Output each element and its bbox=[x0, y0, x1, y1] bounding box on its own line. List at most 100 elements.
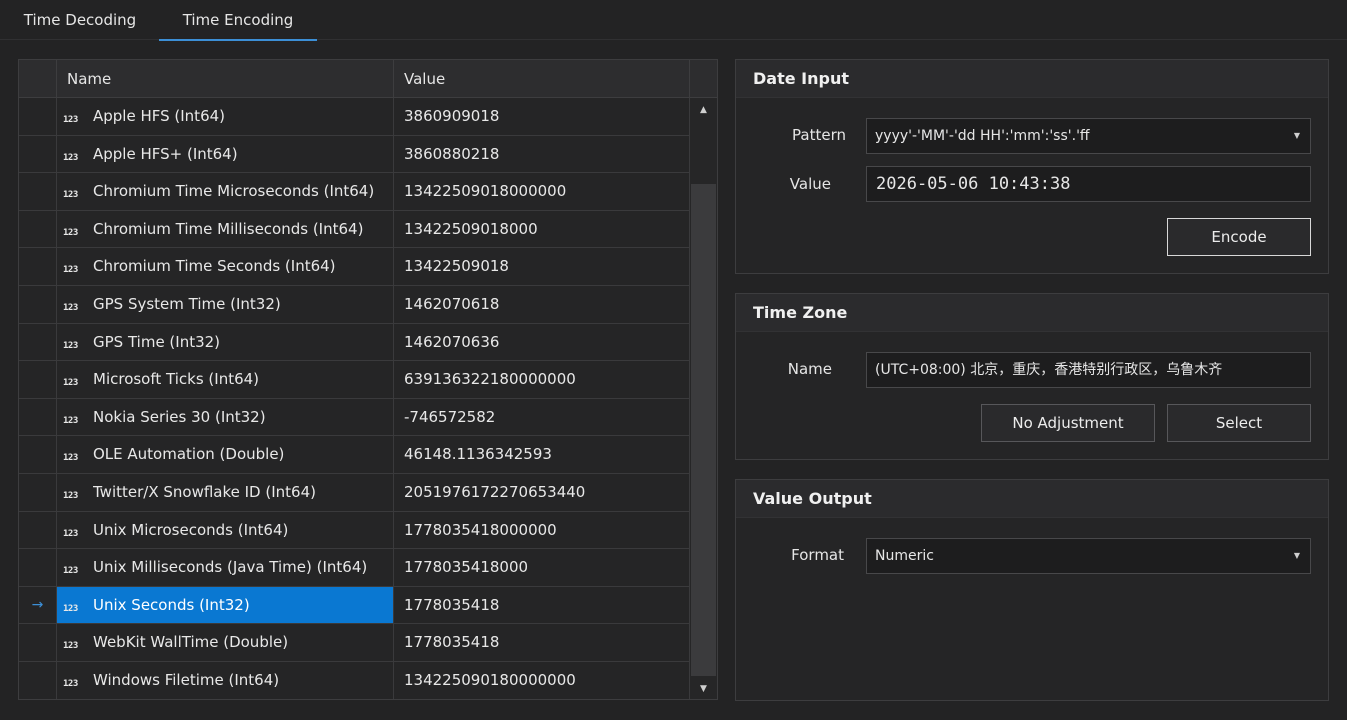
encode-button[interactable]: Encode bbox=[1167, 218, 1311, 256]
column-header-value[interactable]: Value bbox=[394, 60, 690, 98]
name-cell[interactable]: 123 Chromium Time Microseconds (Int64) bbox=[57, 173, 394, 210]
value-cell[interactable]: -746572582 bbox=[394, 398, 690, 436]
value-cell[interactable]: 639136322180000000 bbox=[394, 361, 690, 398]
table-row[interactable]: 123 Chromium Time Milliseconds (Int64) 134… bbox=[19, 210, 690, 249]
table-row[interactable]: 123 OLE Automation (Double) 46148.11363425… bbox=[19, 436, 690, 474]
name-cell[interactable]: 123 WebKit WallTime (Double) bbox=[57, 624, 394, 661]
select-timezone-button[interactable]: Select bbox=[1167, 404, 1311, 442]
value-cell[interactable]: 3860880218 bbox=[394, 135, 690, 173]
row-indicator[interactable] bbox=[19, 135, 57, 173]
format-name: Unix Milliseconds (Java Time) (Int64) bbox=[93, 558, 368, 577]
table-row[interactable]: → 123 Unix Seconds (Int32) 1778035418 bbox=[19, 586, 690, 625]
table-row[interactable]: 123 Unix Milliseconds (Java Time) (Int64)… bbox=[19, 549, 690, 587]
row-indicator[interactable] bbox=[19, 285, 57, 323]
name-cell[interactable]: 123 GPS Time (Int32) bbox=[57, 323, 394, 361]
table-row[interactable]: 123 Microsoft Ticks (Int64) 63913632218000… bbox=[19, 361, 690, 399]
format-dropdown[interactable]: Numeric ▼ bbox=[866, 538, 1311, 574]
name-cell[interactable]: 123 Apple HFS (Int64) bbox=[57, 98, 394, 135]
value-cell[interactable]: 1778035418 bbox=[394, 624, 690, 661]
table-row[interactable]: 123 GPS System Time (Int32) 1462070618 bbox=[19, 285, 690, 324]
name-cell[interactable]: 123 Unix Milliseconds (Java Time) (Int64) bbox=[57, 549, 394, 586]
row-indicator[interactable] bbox=[19, 436, 57, 473]
format-name: Windows Filetime (Int64) bbox=[93, 670, 280, 689]
chevron-down-icon[interactable]: ▼ bbox=[1294, 119, 1300, 153]
name-cell[interactable]: 123 GPS System Time (Int32) bbox=[57, 285, 394, 323]
value-cell[interactable]: 46148.1136342593 bbox=[394, 436, 690, 473]
table-row[interactable]: 123 Nokia Series 30 (Int32) -746572582 bbox=[19, 398, 690, 437]
timezone-name-field[interactable]: (UTC+08:00) 北京，重庆，香港特别行政区，乌鲁木齐 bbox=[866, 352, 1311, 388]
value-cell[interactable]: 2051976172270653440 bbox=[394, 473, 690, 511]
name-cell[interactable]: 123 Windows Filetime (Int64) bbox=[57, 661, 394, 699]
number-type-icon: 123 bbox=[63, 152, 78, 163]
name-cell[interactable]: 123 Apple HFS+ (Int64) bbox=[57, 135, 394, 173]
date-input-title: Date Input bbox=[736, 60, 1328, 98]
table-row[interactable]: 123 Apple HFS+ (Int64) 3860880218 bbox=[19, 135, 690, 174]
row-indicator[interactable] bbox=[19, 398, 57, 436]
value-cell[interactable]: 13422509018000000 bbox=[394, 173, 690, 210]
table-row[interactable]: 123 WebKit WallTime (Double) 1778035418 bbox=[19, 624, 690, 662]
table-row[interactable]: 123 Chromium Time Seconds (Int64) 13422509… bbox=[19, 248, 690, 286]
row-indicator[interactable] bbox=[19, 624, 57, 661]
table-row[interactable]: 123 Unix Microseconds (Int64) 177803541800… bbox=[19, 511, 690, 550]
name-cell[interactable]: 123 Unix Microseconds (Int64) bbox=[57, 511, 394, 549]
table-row[interactable]: 123 Chromium Time Microseconds (Int64) 134… bbox=[19, 173, 690, 211]
name-cell[interactable]: 123 Nokia Series 30 (Int32) bbox=[57, 398, 394, 436]
row-indicator[interactable] bbox=[19, 549, 57, 586]
number-type-icon: 123 bbox=[63, 415, 78, 426]
table-row[interactable]: 123 GPS Time (Int32) 1462070636 bbox=[19, 323, 690, 362]
row-indicator[interactable] bbox=[19, 210, 57, 248]
value-cell[interactable]: 1778035418000 bbox=[394, 549, 690, 586]
value-cell[interactable]: 134225090180000000 bbox=[394, 661, 690, 699]
format-name: Chromium Time Milliseconds (Int64) bbox=[93, 219, 364, 238]
pattern-dropdown[interactable]: yyyy'-'MM'-'dd HH':'mm':'ss'.'ff ▼ bbox=[866, 118, 1311, 154]
number-type-icon: 123 bbox=[63, 340, 78, 351]
value-label: Value bbox=[789, 175, 831, 193]
value-cell[interactable]: 1778035418000000 bbox=[394, 511, 690, 549]
date-value-input[interactable]: 2026-05-06 10:43:38 bbox=[866, 166, 1311, 202]
row-indicator[interactable] bbox=[19, 248, 57, 285]
value-output-panel: Value Output Format Numeric ▼ bbox=[735, 479, 1329, 701]
name-cell[interactable]: 123 Unix Seconds (Int32) bbox=[57, 586, 394, 624]
row-indicator[interactable] bbox=[19, 473, 57, 511]
name-cell[interactable]: 123 Chromium Time Milliseconds (Int64) bbox=[57, 210, 394, 248]
value-cell[interactable]: 1778035418 bbox=[394, 586, 690, 624]
scroll-up-icon[interactable]: ▲ bbox=[690, 100, 717, 120]
name-cell[interactable]: 123 Twitter/X Snowflake ID (Int64) bbox=[57, 473, 394, 511]
scroll-thumb[interactable] bbox=[691, 184, 716, 676]
chevron-down-icon[interactable]: ▼ bbox=[1294, 539, 1300, 573]
row-indicator[interactable] bbox=[19, 361, 57, 398]
row-indicator[interactable] bbox=[19, 661, 57, 699]
value-cell[interactable]: 1462070618 bbox=[394, 285, 690, 323]
row-indicator[interactable] bbox=[19, 323, 57, 361]
format-name: Twitter/X Snowflake ID (Int64) bbox=[93, 482, 316, 501]
vertical-scrollbar[interactable]: ▲ ▼ bbox=[690, 98, 717, 699]
format-name: Chromium Time Seconds (Int64) bbox=[93, 257, 336, 276]
tab-time-decoding[interactable]: Time Decoding bbox=[7, 0, 153, 40]
name-cell[interactable]: 123 OLE Automation (Double) bbox=[57, 436, 394, 473]
format-value: Numeric bbox=[875, 548, 934, 564]
name-cell[interactable]: 123 Chromium Time Seconds (Int64) bbox=[57, 248, 394, 285]
format-name: GPS System Time (Int32) bbox=[93, 294, 281, 313]
value-cell[interactable]: 13422509018 bbox=[394, 248, 690, 285]
row-indicator[interactable] bbox=[19, 98, 57, 135]
value-cell[interactable]: 13422509018000 bbox=[394, 210, 690, 248]
row-indicator[interactable] bbox=[19, 511, 57, 549]
no-adjustment-button[interactable]: No Adjustment bbox=[981, 404, 1155, 442]
row-indicator[interactable] bbox=[19, 173, 57, 210]
table-row[interactable]: 123 Windows Filetime (Int64) 1342250901800… bbox=[19, 661, 690, 699]
name-cell[interactable]: 123 Microsoft Ticks (Int64) bbox=[57, 361, 394, 398]
format-name: Chromium Time Microseconds (Int64) bbox=[93, 182, 375, 201]
value-cell[interactable]: 1462070636 bbox=[394, 323, 690, 361]
number-type-icon: 123 bbox=[63, 603, 78, 614]
table-row[interactable]: 123 Twitter/X Snowflake ID (Int64) 2051976… bbox=[19, 473, 690, 512]
value-cell[interactable]: 3860909018 bbox=[394, 98, 690, 135]
column-header-name[interactable]: Name bbox=[57, 60, 394, 98]
format-name: Unix Microseconds (Int64) bbox=[93, 520, 289, 539]
scroll-down-icon[interactable]: ▼ bbox=[690, 679, 717, 699]
table-row[interactable]: 123 Apple HFS (Int64) 3860909018 bbox=[19, 98, 690, 136]
format-label: Format bbox=[791, 546, 844, 564]
header-corner bbox=[690, 60, 717, 98]
tab-time-encoding[interactable]: Time Encoding bbox=[159, 0, 317, 41]
row-indicator[interactable]: → bbox=[19, 586, 57, 624]
number-type-icon: 123 bbox=[63, 566, 78, 577]
